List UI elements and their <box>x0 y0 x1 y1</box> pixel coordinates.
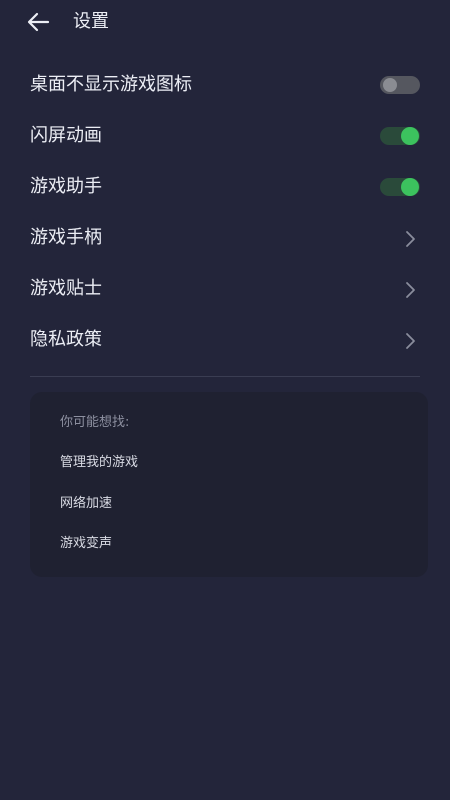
game-assistant-toggle[interactable] <box>380 178 420 196</box>
chevron-right-icon <box>404 230 416 248</box>
setting-label: 隐私政策 <box>30 329 102 350</box>
settings-list: 桌面不显示游戏图标 闪屏动画 游戏助手 游戏手柄 游戏贴士 隐私政策 <box>0 60 450 366</box>
suggestion-manage-games[interactable]: 管理我的游戏 <box>60 454 138 472</box>
suggestions-card: 你可能想找: 管理我的游戏 网络加速 游戏变声 <box>30 392 428 577</box>
app-header: 设置 <box>0 0 450 44</box>
suggestions-title: 你可能想找: <box>60 415 130 430</box>
setting-label: 游戏手柄 <box>30 227 102 248</box>
page-title: 设置 <box>73 11 109 32</box>
hide-desktop-icon-toggle[interactable] <box>380 76 420 94</box>
arrow-left-icon <box>24 8 54 36</box>
suggestion-voice-changer[interactable]: 游戏变声 <box>60 535 112 553</box>
toggle-knob <box>401 127 419 145</box>
section-divider <box>30 376 420 377</box>
toggle-knob <box>401 178 419 196</box>
setting-gamepad[interactable]: 游戏手柄 <box>0 213 450 264</box>
setting-label: 闪屏动画 <box>30 125 102 146</box>
suggestion-network-boost[interactable]: 网络加速 <box>60 495 112 513</box>
setting-label: 桌面不显示游戏图标 <box>30 74 192 95</box>
setting-label: 游戏贴士 <box>30 278 102 299</box>
setting-game-assistant[interactable]: 游戏助手 <box>0 162 450 213</box>
setting-game-tips[interactable]: 游戏贴士 <box>0 264 450 315</box>
back-button[interactable] <box>24 8 54 36</box>
setting-hide-desktop-icon[interactable]: 桌面不显示游戏图标 <box>0 60 450 111</box>
splash-animation-toggle[interactable] <box>380 127 420 145</box>
setting-privacy-policy[interactable]: 隐私政策 <box>0 315 450 366</box>
toggle-knob <box>383 78 397 92</box>
chevron-right-icon <box>404 281 416 299</box>
setting-label: 游戏助手 <box>30 176 102 197</box>
setting-splash-animation[interactable]: 闪屏动画 <box>0 111 450 162</box>
chevron-right-icon <box>404 332 416 350</box>
